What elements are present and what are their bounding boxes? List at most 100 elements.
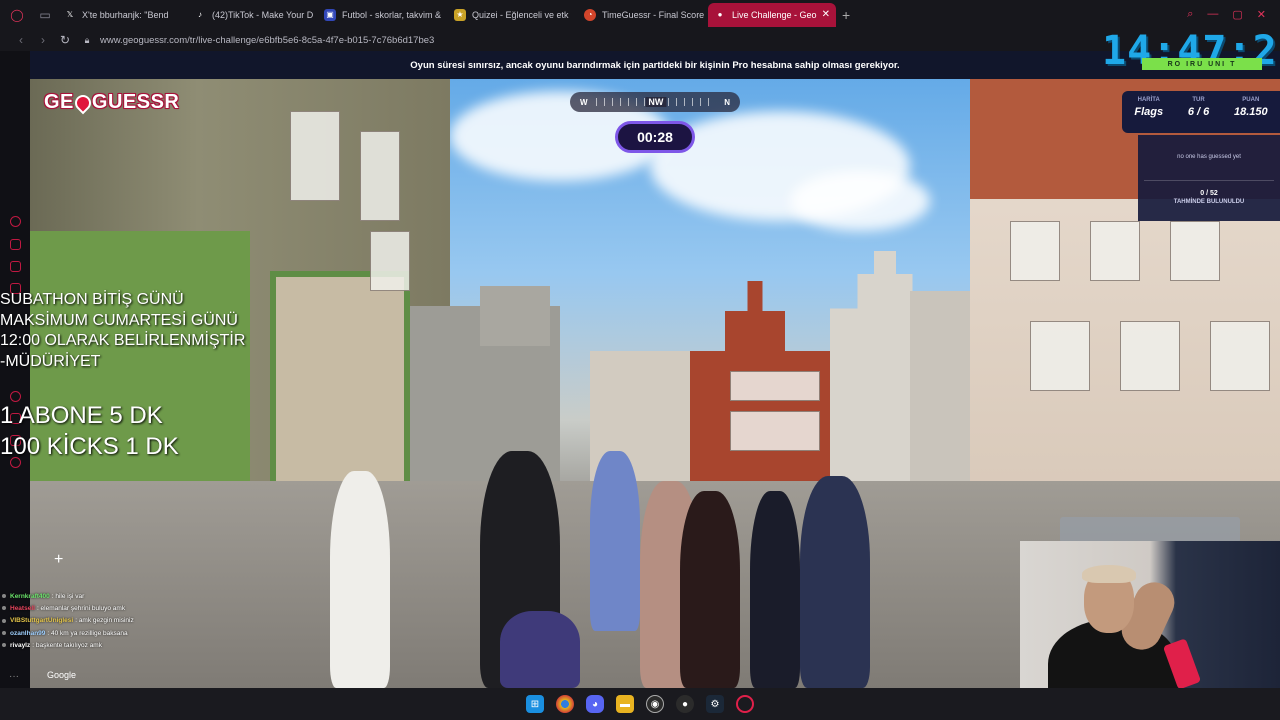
badge-icon: [2, 643, 6, 648]
chat-user: Kernkraft400: [10, 592, 50, 600]
guess-count-label: TAHMİNDE BULUNULDU: [1173, 199, 1245, 205]
chat-message: VIBStuttgartUniglesi : amk gezgin misini…: [2, 615, 262, 627]
guess-count: 0 / 52: [1200, 190, 1218, 197]
chat-text: : 40 km ya rezillige baksana: [47, 629, 128, 637]
compass-north: N: [724, 97, 730, 107]
window: [290, 111, 340, 201]
logo-text-left: GE: [44, 91, 74, 113]
url-field[interactable]: www.geoguessr.com/tr/live-challenge/e6bf…: [100, 35, 434, 46]
announce-line: MAKSİMUM CUMARTESİ GÜNÜ: [0, 311, 238, 329]
file-explorer-icon[interactable]: ▬: [616, 695, 634, 713]
chat-message: rivaylz : başkente takılıyoz amk: [2, 639, 262, 651]
badge-icon: [2, 631, 6, 636]
rate-line: 1 ABONE 5 DK: [0, 402, 163, 429]
compass-ticks: NW: [595, 97, 717, 107]
no-guess-text: no one has guessed yet: [1177, 154, 1241, 160]
pedestrian: [330, 471, 390, 688]
window: [730, 411, 820, 451]
tab-tiktok[interactable]: ♪ (42)TikTok - Make Your D: [188, 3, 316, 27]
tab-quizei[interactable]: ★ Quizei - Eğlenceli ve etk: [448, 3, 576, 27]
compass-west: W: [580, 97, 588, 107]
chat-message: ozanlhan99 : 40 km ya rezillige baksana: [2, 627, 262, 639]
timeguessr-icon: ◔: [584, 8, 596, 21]
subathon-announcement: SUBATHON BİTİŞ GÜNÜ MAKSİMUM CUMARTESİ G…: [0, 290, 300, 372]
windows-start-icon[interactable]: ⊞: [526, 695, 544, 713]
tab-live-challenge[interactable]: ● Live Challenge - Geo ✕: [708, 2, 836, 27]
announce-line: SUBATHON BİTİŞ GÜNÜ: [0, 291, 184, 308]
pro-host-banner: Oyun süresi sınırsız, ancak oyunu barınd…: [30, 51, 1280, 79]
chat-text: : hile işi var: [51, 592, 85, 600]
forward-icon[interactable]: ›: [34, 33, 52, 47]
guess-map-minimap[interactable]: [1060, 517, 1240, 543]
tab-overview-icon[interactable]: ▭: [34, 4, 56, 26]
chat-message: Heatsell : elemanlar şehrini buluyo amk: [2, 602, 262, 614]
pedestrian: [800, 476, 870, 688]
discord-icon[interactable]: ◕: [586, 695, 604, 713]
clock-subtitle: RO IRU UNI T: [1142, 58, 1262, 70]
tab-futbol[interactable]: ▣ Futbol - skorlar, takvim &: [318, 3, 446, 27]
twitch-icon[interactable]: [10, 261, 21, 272]
map-value: Flags: [1134, 106, 1164, 118]
guess-status-panel: no one has guessed yet 0 / 52 TAHMİNDE B…: [1138, 135, 1280, 221]
pedestrian: [750, 491, 800, 688]
tab-label: X'te bburhanjk: "Bend: [82, 9, 169, 20]
screen: ◯ ▭ 𝕏 X'te bburhanjk: "Bend ♪ (42)TikTok…: [0, 0, 1280, 720]
stream-chat: Kernkraft400 : hile işi var Heatsell : e…: [2, 590, 262, 651]
opera-menu-icon[interactable]: ◯: [6, 4, 28, 26]
chat-user: ozanlhan99: [10, 629, 46, 637]
reload-icon[interactable]: ↻: [56, 33, 74, 47]
chat-text: : amk gezgin misiniz: [75, 617, 134, 625]
opera-gx-icon[interactable]: [736, 695, 754, 713]
map-stat: HARİTA Flags: [1134, 97, 1163, 133]
window: [730, 371, 820, 401]
messenger-icon[interactable]: [10, 216, 21, 227]
subathon-rates: 1 ABONE 5 DK 100 KİCKS 1 DK: [0, 400, 179, 462]
chrome-icon[interactable]: [556, 695, 574, 713]
back-icon[interactable]: ‹: [12, 33, 30, 47]
tab-label: Quizei - Eğlenceli ve etk: [472, 9, 569, 20]
points-value: 18.150: [1233, 106, 1268, 118]
new-tab-icon[interactable]: +: [842, 7, 850, 23]
pedestrian: [680, 491, 740, 688]
window: [1010, 221, 1060, 281]
bag-icon[interactable]: [10, 239, 21, 250]
minimize-icon[interactable]: —: [1207, 8, 1218, 21]
geoguessr-logo[interactable]: GE GUESSR: [44, 91, 180, 115]
lock-icon: 🔒︎: [84, 34, 90, 45]
search-icon[interactable]: ⌕: [1187, 8, 1193, 21]
compass-heading: NW: [645, 97, 667, 107]
geo-pin-icon[interactable]: ●: [676, 695, 694, 713]
close-window-icon[interactable]: ✕: [1257, 8, 1266, 21]
tab-label: (42)TikTok - Make Your D: [212, 9, 314, 20]
round-label: TUR: [1192, 97, 1205, 103]
tab-x[interactable]: 𝕏 X'te bburhanjk: "Bend: [58, 3, 186, 27]
chat-user: rivaylz: [10, 641, 31, 649]
address-bar: ‹ › ↻ 🔒︎ www.geoguessr.com/tr/live-chall…: [0, 29, 1280, 51]
logo-text-right: GUESSR: [91, 91, 180, 113]
castle-tower: [480, 286, 550, 346]
pedestrian: [590, 451, 640, 631]
tiktok-icon: ♪: [198, 10, 202, 19]
round-timer: 00:28: [615, 121, 695, 153]
window: [1210, 321, 1270, 391]
tab-label: Futbol - skorlar, takvim &: [342, 9, 442, 20]
chat-user: Heatsell: [10, 604, 35, 612]
obs-icon[interactable]: ◉: [646, 695, 664, 713]
tab-label: Live Challenge - Geo: [732, 9, 817, 20]
more-icon[interactable]: ···: [9, 671, 19, 682]
badge-icon: [2, 594, 6, 599]
stroller: [500, 611, 580, 688]
window: [1030, 321, 1090, 391]
compass-bar: W NW N: [570, 92, 740, 112]
chat-user: VIBStuttgartUniglesi: [10, 617, 74, 625]
webcam-feed: [1020, 541, 1280, 688]
windows-taskbar: ⊞ ◕ ▬ ◉ ● ⚙: [0, 688, 1280, 720]
steam-icon[interactable]: ⚙: [706, 695, 724, 713]
chat-message: Kernkraft400 : hile işi var: [2, 590, 262, 602]
map-label: HARİTA: [1137, 97, 1160, 103]
badge-icon: [2, 606, 6, 611]
close-tab-icon[interactable]: ✕: [818, 9, 830, 20]
maximize-icon[interactable]: ▢: [1232, 8, 1242, 21]
zoom-in-icon[interactable]: +: [54, 551, 63, 569]
tab-timeguessr[interactable]: ◔ TimeGuessr - Final Score: [578, 3, 706, 27]
